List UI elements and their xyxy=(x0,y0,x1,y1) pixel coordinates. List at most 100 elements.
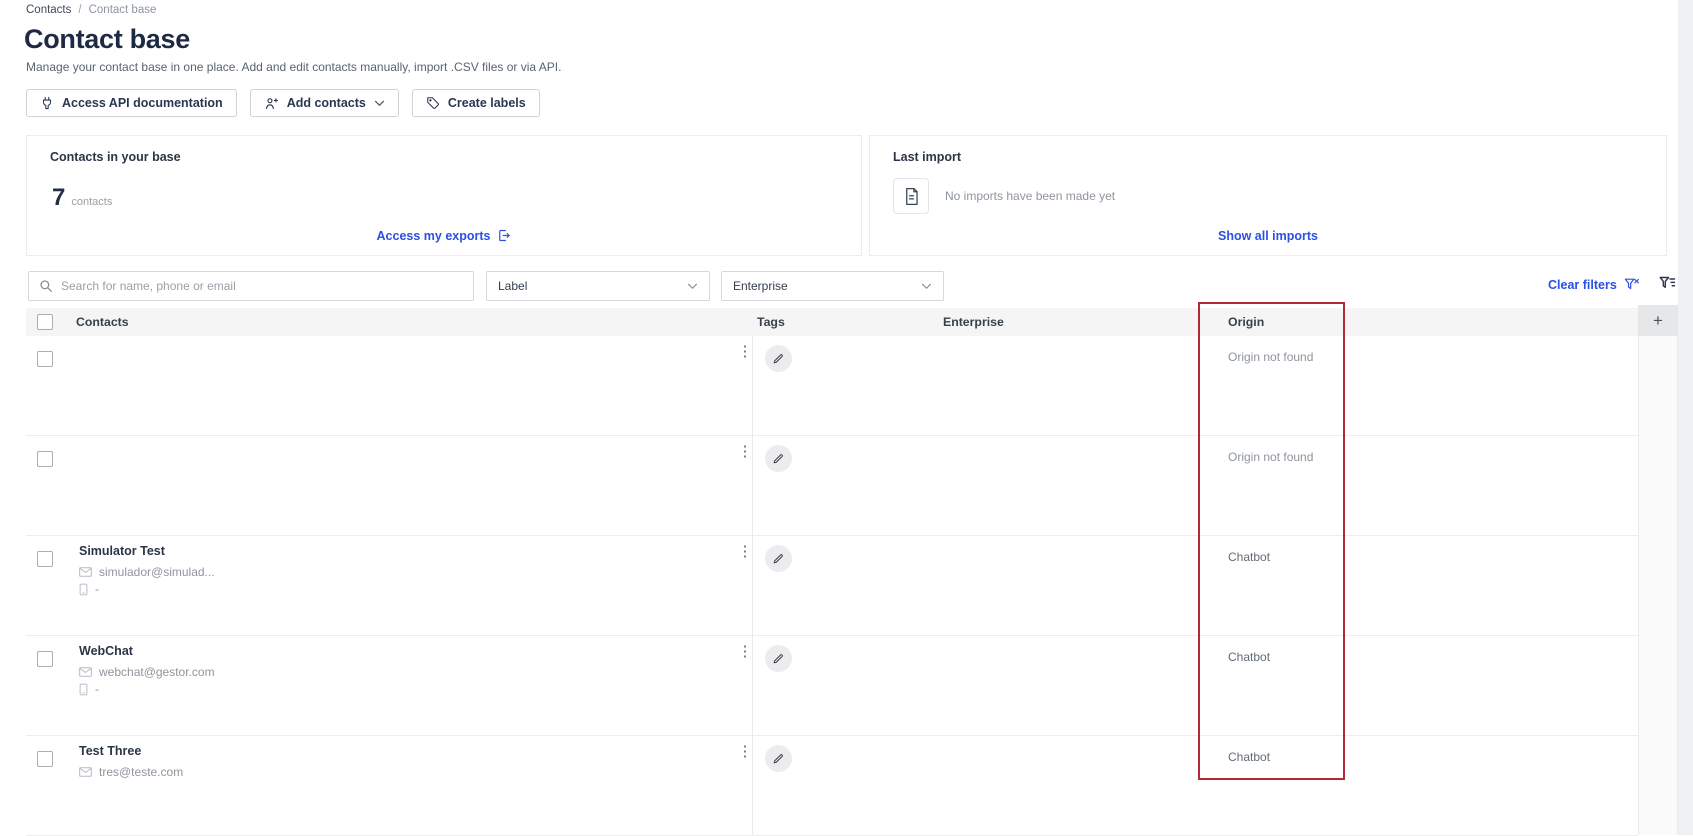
envelope-icon xyxy=(79,767,92,777)
contact-email: webchat@gestor.com xyxy=(99,665,215,679)
contact-phone: - xyxy=(95,582,99,596)
column-header-contacts[interactable]: Contacts xyxy=(76,315,129,329)
create-labels-button[interactable]: Create labels xyxy=(411,89,540,117)
page-subtitle: Manage your contact base in one place. A… xyxy=(26,60,562,74)
no-imports-message: No imports have been made yet xyxy=(945,189,1116,203)
contact-name[interactable]: WebChat xyxy=(79,644,133,658)
pencil-icon xyxy=(772,652,785,665)
tag-icon xyxy=(426,96,440,110)
last-import-empty-state: No imports have been made yet xyxy=(893,178,1115,214)
show-all-imports-label: Show all imports xyxy=(1217,229,1318,243)
access-my-exports-link[interactable]: Access my exports xyxy=(377,228,512,243)
edit-tags-button[interactable] xyxy=(765,545,792,572)
filter-settings-icon[interactable] xyxy=(1658,275,1676,292)
contact-email: tres@teste.com xyxy=(99,765,184,779)
document-icon xyxy=(903,187,920,206)
row-checkbox[interactable] xyxy=(37,651,53,667)
table-row: ⋮ Origin not found xyxy=(26,336,1638,436)
contact-phone-line: - xyxy=(79,582,99,596)
pencil-icon xyxy=(772,352,785,365)
row-checkbox[interactable] xyxy=(37,451,53,467)
contact-phone-line: - xyxy=(79,682,99,696)
clear-filters-button[interactable]: Clear filters xyxy=(1548,277,1640,292)
contacts-count-number: 7 xyxy=(52,184,66,211)
access-my-exports-label: Access my exports xyxy=(376,228,491,243)
contact-email-line: webchat@gestor.com xyxy=(79,665,215,679)
origin-value: Origin not found xyxy=(1228,450,1314,464)
pencil-icon xyxy=(772,752,785,765)
select-all-checkbox[interactable] xyxy=(37,314,53,330)
contact-email-line: tres@teste.com xyxy=(79,765,183,779)
add-contacts-label: Add contacts xyxy=(286,96,366,110)
contacts-count-card: Contacts in your base 7 contacts Access … xyxy=(26,135,862,256)
enterprise-filter-dropdown[interactable]: Enterprise xyxy=(721,271,944,301)
edit-tags-button[interactable] xyxy=(765,645,792,672)
page-title: Contact base xyxy=(24,24,190,54)
column-header-origin[interactable]: Origin xyxy=(1228,315,1264,329)
add-column-strip xyxy=(1638,336,1678,835)
edit-tags-button[interactable] xyxy=(765,345,792,372)
person-plus-icon xyxy=(264,96,279,111)
mobile-icon xyxy=(79,583,88,596)
access-api-documentation-button[interactable]: Access API documentation xyxy=(26,89,237,117)
origin-value: Origin not found xyxy=(1228,350,1314,364)
mobile-icon xyxy=(79,683,88,696)
breadcrumb-separator: / xyxy=(78,4,82,16)
row-checkbox[interactable] xyxy=(37,751,53,767)
contact-name[interactable]: Test Three xyxy=(79,744,141,758)
origin-value: Chatbot xyxy=(1228,750,1271,764)
table-header: Contacts Tags Enterprise Origin xyxy=(26,308,1638,336)
column-divider xyxy=(752,336,753,835)
envelope-icon xyxy=(79,667,92,677)
contact-name[interactable]: Simulator Test xyxy=(79,544,165,558)
origin-value: Chatbot xyxy=(1228,550,1271,564)
plug-icon xyxy=(40,96,54,110)
search-input[interactable] xyxy=(61,279,463,293)
document-icon-box xyxy=(893,178,929,214)
contact-phone: - xyxy=(95,682,99,696)
enterprise-filter-value: Enterprise xyxy=(733,279,788,293)
breadcrumb-contacts[interactable]: Contacts xyxy=(26,4,71,16)
breadcrumb: Contacts / Contact base xyxy=(26,4,156,16)
breadcrumb-contact-base: Contact base xyxy=(88,4,157,16)
table-row: WebChat webchat@gestor.com - ⋮ Chatbot xyxy=(26,636,1638,736)
add-contacts-button[interactable]: Add contacts xyxy=(249,89,399,117)
pencil-icon xyxy=(772,552,785,565)
envelope-icon xyxy=(79,567,92,577)
contacts-count: 7 contacts xyxy=(52,184,112,212)
search-icon xyxy=(39,279,53,293)
column-header-enterprise[interactable]: Enterprise xyxy=(943,315,1004,329)
column-header-tags[interactable]: Tags xyxy=(757,315,785,329)
table-row: Test Three tres@teste.com ⋮ Chatbot xyxy=(26,736,1638,836)
chevron-down-icon xyxy=(374,100,385,107)
last-import-card: Last import No imports have been made ye… xyxy=(869,135,1667,256)
clear-filters-label: Clear filters xyxy=(1548,277,1617,292)
contacts-card-title: Contacts in your base xyxy=(50,150,181,164)
export-icon xyxy=(496,228,511,243)
show-all-imports-link-wrap: Show all imports xyxy=(870,229,1666,243)
show-all-imports-link[interactable]: Show all imports xyxy=(1218,229,1318,243)
row-checkbox[interactable] xyxy=(37,551,53,567)
origin-value: Chatbot xyxy=(1228,650,1271,664)
edit-tags-button[interactable] xyxy=(765,745,792,772)
edit-tags-button[interactable] xyxy=(765,445,792,472)
create-labels-label: Create labels xyxy=(447,96,526,110)
chevron-down-icon xyxy=(687,283,698,290)
toolbar: Access API documentation Add contacts Cr… xyxy=(26,89,540,117)
add-column-button[interactable]: + xyxy=(1638,305,1678,336)
contacts-count-label: contacts xyxy=(71,196,113,208)
search-box xyxy=(28,271,474,301)
row-checkbox[interactable] xyxy=(37,351,53,367)
label-filter-value: Label xyxy=(498,279,528,293)
access-my-exports-link-wrap: Access my exports xyxy=(27,228,861,243)
chevron-down-icon xyxy=(921,283,932,290)
table-row: Simulator Test simulador@simulad... - ⋮ … xyxy=(26,536,1638,636)
table-row: ⋮ Origin not found xyxy=(26,436,1638,536)
funnel-x-icon xyxy=(1624,277,1640,292)
scrollbar-track[interactable] xyxy=(1678,0,1693,835)
access-api-documentation-label: Access API documentation xyxy=(62,96,223,110)
pencil-icon xyxy=(772,452,785,465)
label-filter-dropdown[interactable]: Label xyxy=(486,271,710,301)
contact-email-line: simulador@simulad... xyxy=(79,565,215,579)
last-import-card-title: Last import xyxy=(893,150,962,164)
